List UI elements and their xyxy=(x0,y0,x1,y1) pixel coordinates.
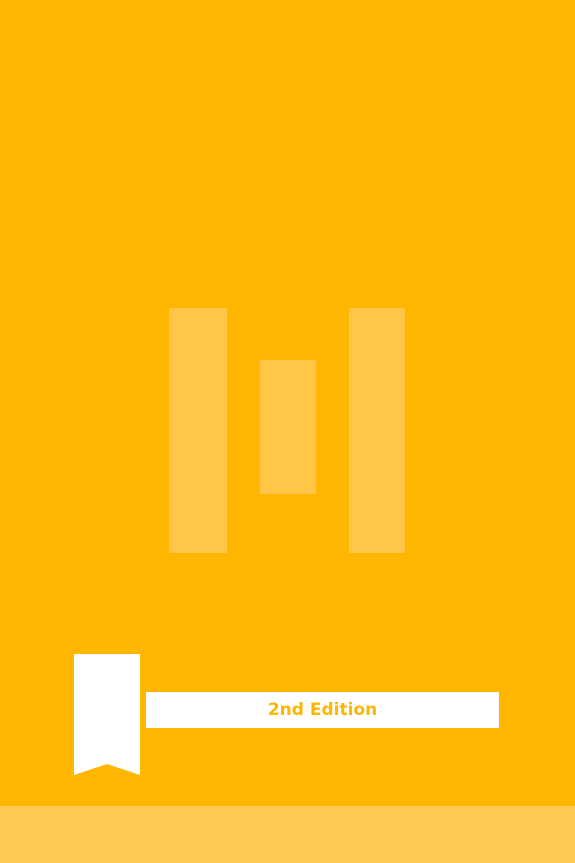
logo-bar-left xyxy=(169,308,227,553)
bookmark-ribbon-icon xyxy=(74,654,140,775)
edition-label-box: 2nd Edition xyxy=(146,692,499,728)
logo-bar-middle xyxy=(260,360,316,494)
footer-band xyxy=(0,806,575,863)
logo-bar-right xyxy=(349,308,405,553)
edition-label: 2nd Edition xyxy=(267,700,378,720)
